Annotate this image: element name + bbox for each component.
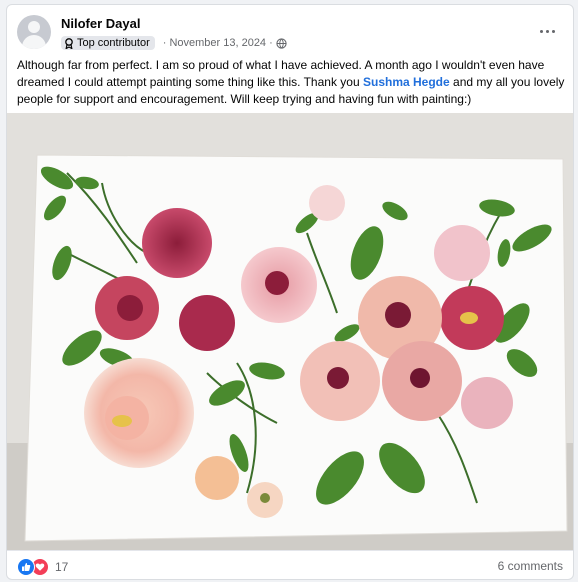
mention-link[interactable]: Sushma Hegde xyxy=(363,75,450,89)
post-meta: Top contributor · November 13, 2024 · xyxy=(61,35,287,51)
more-dot xyxy=(545,29,549,33)
comments-count-link[interactable]: 6 comments xyxy=(498,559,563,573)
avatar-head xyxy=(28,21,40,33)
avatar[interactable] xyxy=(17,15,51,49)
reactions-summary[interactable]: 17 xyxy=(17,558,68,576)
globe-icon[interactable] xyxy=(276,37,287,49)
more-options-button[interactable] xyxy=(535,21,559,41)
more-dot xyxy=(539,29,543,33)
like-reaction-icon xyxy=(17,558,35,576)
top-contributor-badge[interactable]: Top contributor xyxy=(61,36,155,50)
watercolor-painting-image xyxy=(7,113,573,550)
badge-label: Top contributor xyxy=(77,37,150,49)
post-card: Nilofer Dayal Top contributor · November… xyxy=(6,4,574,580)
post-date[interactable]: November 13, 2024 xyxy=(169,37,266,49)
meta-dot: · xyxy=(269,37,273,49)
meta-dot: · xyxy=(162,37,167,49)
reaction-count: 17 xyxy=(55,560,69,574)
post-text: Although far from perfect. I am so proud… xyxy=(17,57,565,108)
author-name[interactable]: Nilofer Dayal xyxy=(61,16,140,31)
more-dot xyxy=(551,29,555,33)
post-photo[interactable] xyxy=(7,113,573,550)
post-footer: 17 6 comments xyxy=(7,550,573,579)
post-header: Nilofer Dayal Top contributor · November… xyxy=(17,15,563,55)
ribbon-icon xyxy=(65,37,73,49)
avatar-body xyxy=(22,35,46,49)
